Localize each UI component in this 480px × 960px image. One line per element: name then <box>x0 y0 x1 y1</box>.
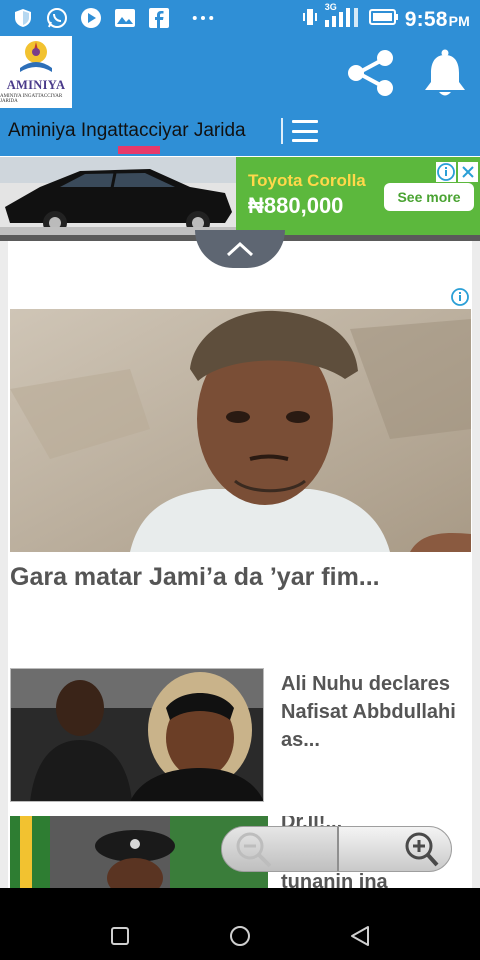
logo-word: AMINIYA <box>6 78 66 92</box>
whatsapp-icon <box>46 7 68 29</box>
hamburger-menu-icon[interactable] <box>292 118 318 144</box>
zoom-control <box>221 826 452 872</box>
clock-time: 9:58 <box>404 8 448 31</box>
more-icon <box>192 7 214 29</box>
logo-subtitle: AMINIYA INGATTACCIYAR JARIDA <box>0 94 63 104</box>
facebook-icon <box>148 7 170 29</box>
sponsored-info-icon[interactable] <box>450 287 470 307</box>
ad-car-image <box>0 157 236 235</box>
content-frame-left <box>0 241 8 888</box>
back-triangle-icon <box>351 926 369 946</box>
tab-indicator <box>118 146 160 154</box>
menu-line <box>292 120 318 123</box>
app-logo[interactable]: AMINIYA AMINIYA INGATTACCIYAR JARIDA <box>0 36 72 108</box>
tab-bar: Aminiya Ingattacciyar Jarida <box>0 108 480 156</box>
notification-bell-icon <box>425 49 465 96</box>
recent-apps-button[interactable] <box>110 926 130 946</box>
image-icon <box>114 7 136 29</box>
status-bar: 3G 9:58PM <box>0 0 480 36</box>
shield-icon <box>12 7 34 29</box>
content-frame-right <box>472 241 480 888</box>
ad-close-icon[interactable] <box>458 162 478 182</box>
story-image[interactable] <box>10 668 264 802</box>
circle-icon <box>230 926 250 946</box>
notification-icons <box>12 7 214 29</box>
ad-banner[interactable]: Toyota Corolla ₦880,000 See more <box>0 157 480 235</box>
app-root: 3G 9:58PM AMINIYA AMINIYA INGATTACCIYAR … <box>0 0 480 960</box>
ad-see-more-button[interactable]: See more <box>384 183 474 211</box>
tab-aminiya[interactable]: Aminiya Ingattacciyar Jarida <box>8 120 246 142</box>
signal-icon: 3G <box>323 2 363 34</box>
status-right: 3G 9:58PM <box>302 2 470 34</box>
zoom-in-button[interactable] <box>339 827 451 871</box>
back-button[interactable] <box>348 924 372 948</box>
notifications-button[interactable] <box>420 46 470 100</box>
zoom-out-button[interactable] <box>222 827 337 871</box>
app-bar: AMINIYA AMINIYA INGATTACCIYAR JARIDA <box>0 36 480 108</box>
clock: 9:58PM <box>405 8 470 32</box>
logo-emblem-icon <box>20 41 52 72</box>
play-icon <box>80 7 102 29</box>
chevron-up-icon <box>226 241 254 257</box>
ad-info-icon[interactable] <box>436 162 456 182</box>
zoom-in-icon <box>405 832 439 867</box>
ad-price: ₦880,000 <box>248 193 344 218</box>
menu-line <box>292 129 318 133</box>
system-nav-bar <box>0 888 480 960</box>
square-icon <box>111 927 129 945</box>
vibrate-icon <box>302 6 317 34</box>
tab-separator <box>281 118 283 144</box>
ad-model: Toyota Corolla <box>248 171 366 190</box>
network-type: 3G <box>324 2 337 12</box>
story-title[interactable]: Ali Nuhu declares Nafisat Abbdullahi as.… <box>281 670 466 754</box>
menu-line <box>292 139 318 142</box>
share-icon <box>348 50 393 96</box>
home-button[interactable] <box>229 925 251 947</box>
zoom-out-icon <box>236 832 272 868</box>
share-button[interactable] <box>344 46 398 100</box>
featured-story-image[interactable] <box>10 309 471 552</box>
clock-ampm: PM <box>448 13 470 29</box>
battery-icon <box>368 8 399 32</box>
featured-story-title[interactable]: Gara matar Jami’a da ’yar fim... <box>10 563 380 592</box>
